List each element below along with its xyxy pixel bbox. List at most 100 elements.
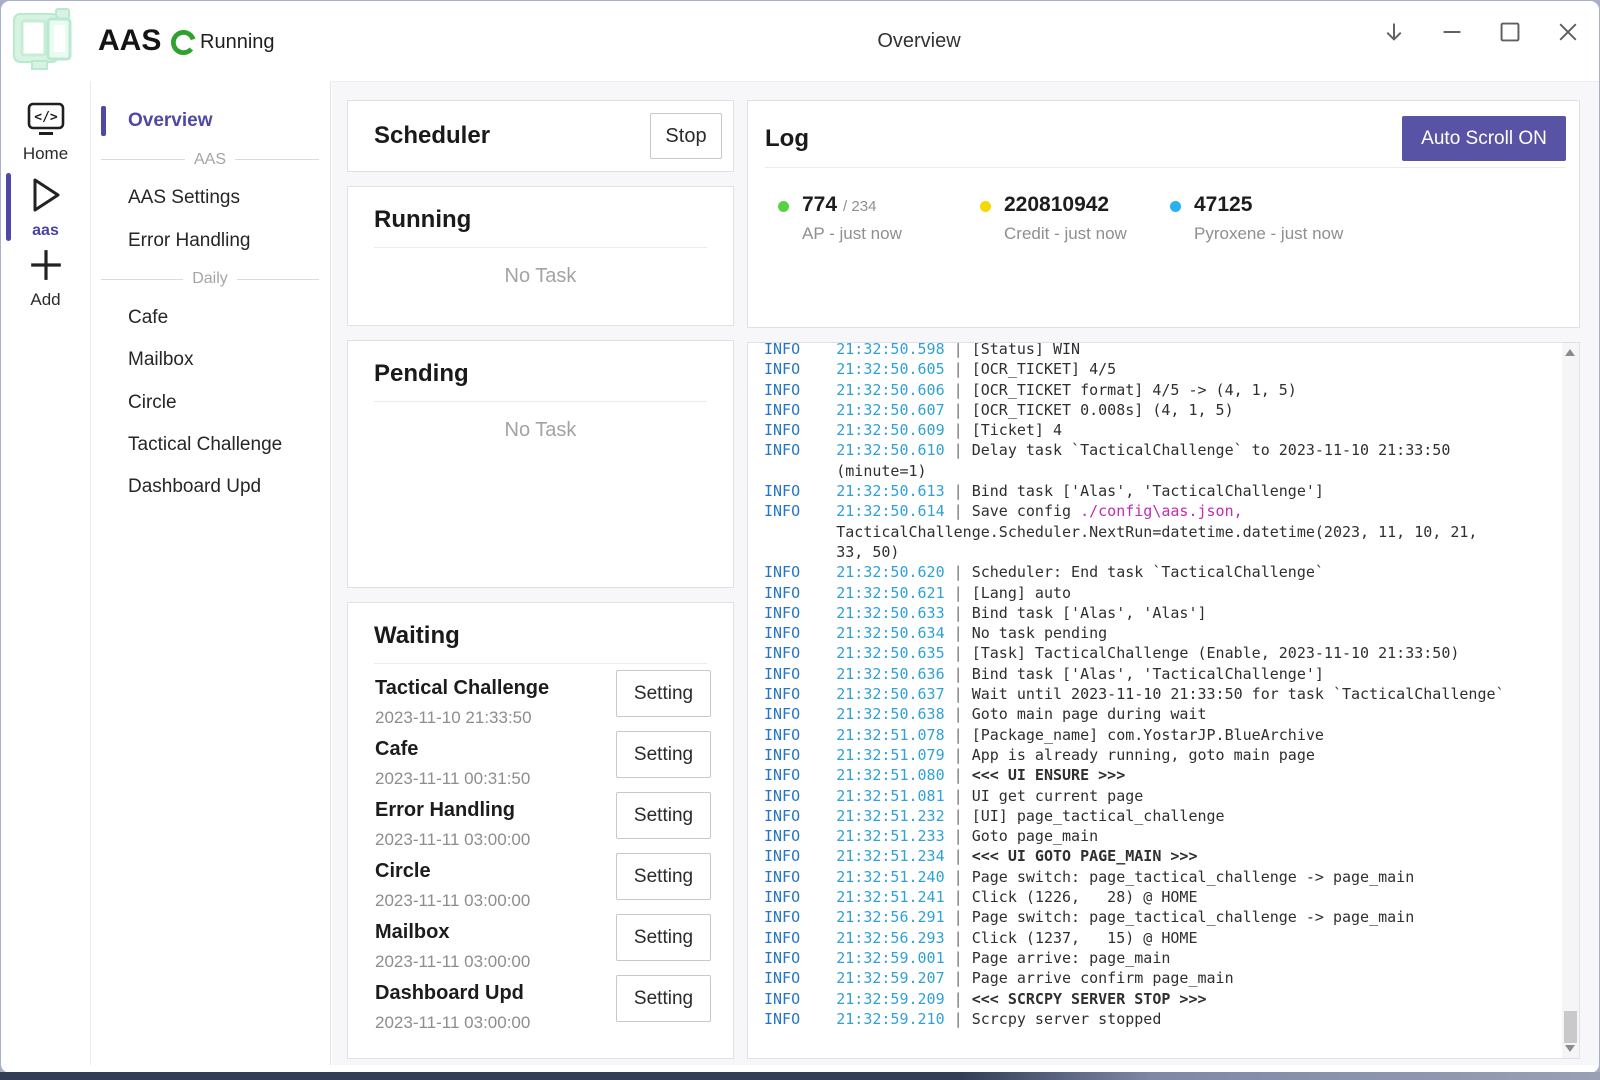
nav-item-label: Overview: [128, 110, 213, 132]
running-spinner-icon: [170, 29, 197, 56]
close-button[interactable]: [1553, 17, 1583, 47]
log-time: 21:32:51.081: [836, 787, 944, 805]
maximize-button[interactable]: [1495, 17, 1525, 47]
log-level: INFO: [764, 969, 800, 987]
running-card: Running No Task: [347, 186, 734, 326]
download-button[interactable]: [1379, 17, 1409, 47]
log-time: 21:32:50.634: [836, 624, 944, 642]
nav-item-overview[interactable]: Overview: [91, 100, 329, 142]
log-time: 21:32:51.233: [836, 827, 944, 845]
icon-sidebar: </> Home aas Add: [1, 81, 91, 1065]
log-output-card: INFO 21:32:50.598 | [Status] WININFO 21:…: [747, 342, 1580, 1059]
setting-button-tactical-challenge[interactable]: Setting: [616, 670, 711, 717]
nav-item-cafe[interactable]: Cafe: [91, 297, 329, 339]
log-level: INFO: [764, 827, 800, 845]
log-message: Bind task ['Alas', 'TacticalChallenge']: [972, 665, 1324, 683]
log-message: Click (1226, 28) @ HOME: [972, 888, 1198, 906]
log-entry: INFO 21:32:50.614 | Save config ./config…: [764, 501, 1505, 562]
log-level: INFO: [764, 726, 800, 744]
waiting-task-row: Error Handling2023-11-11 03:00:00Setting: [348, 796, 733, 857]
nav-item-aas-settings[interactable]: AAS Settings: [91, 177, 329, 219]
waiting-task-row: Circle2023-11-11 03:00:00Setting: [348, 857, 733, 918]
log-message: Scrcpy server stopped: [972, 1010, 1162, 1028]
log-entry: INFO 21:32:51.079 | App is already runni…: [764, 745, 1505, 765]
log-entry: INFO 21:32:51.078 | [Package_name] com.Y…: [764, 725, 1505, 745]
log-message: No task pending: [972, 624, 1107, 642]
log-level: INFO: [764, 502, 800, 520]
log-level: INFO: [764, 343, 800, 358]
setting-button-mailbox[interactable]: Setting: [616, 914, 711, 961]
nav-item-tactical-challenge[interactable]: Tactical Challenge: [91, 424, 329, 466]
nav-section-divider: AAS: [91, 142, 329, 177]
pending-empty-text: No Task: [348, 419, 733, 442]
nav-item-label: Error Handling: [128, 230, 251, 252]
log-time: 21:32:50.614: [836, 502, 944, 520]
log-separator: |: [954, 624, 972, 642]
scroll-down-arrow-icon[interactable]: [1565, 1045, 1575, 1052]
setting-button-cafe[interactable]: Setting: [616, 731, 711, 778]
setting-button-error-handling[interactable]: Setting: [616, 792, 711, 839]
log-output[interactable]: INFO 21:32:50.598 | [Status] WININFO 21:…: [748, 343, 1560, 1058]
setting-button-dashboard-upd[interactable]: Setting: [616, 975, 711, 1022]
log-message: Bind task ['Alas', 'TacticalChallenge']: [972, 482, 1324, 500]
log-message: [OCR_TICKET 0.008s] (4, 1, 5): [972, 401, 1234, 419]
setting-button-circle[interactable]: Setting: [616, 853, 711, 900]
log-message: <<< UI ENSURE >>>: [972, 766, 1126, 784]
log-stat-ap: 774/ 234AP - just now: [778, 193, 902, 244]
app-logo-icon: [12, 8, 78, 72]
stat-value: 47125: [1194, 193, 1252, 216]
nav-item-mailbox[interactable]: Mailbox: [91, 339, 329, 381]
log-time: 21:32:56.291: [836, 908, 944, 926]
log-message: [Ticket] 4: [972, 421, 1062, 439]
sidebar-item-aas[interactable]: aas: [1, 175, 90, 240]
log-entry: INFO 21:32:51.241 | Click (1226, 28) @ H…: [764, 887, 1505, 907]
sidebar-item-add[interactable]: Add: [1, 247, 90, 310]
log-entry: INFO 21:32:51.234 | <<< UI GOTO PAGE_MAI…: [764, 846, 1505, 866]
log-entry: INFO 21:32:50.607 | [OCR_TICKET 0.008s] …: [764, 400, 1505, 420]
log-stat-pyroxene: 47125Pyroxene - just now: [1170, 193, 1343, 244]
log-level: INFO: [764, 847, 800, 865]
log-entry: INFO 21:32:50.610 | Delay task `Tactical…: [764, 440, 1505, 481]
running-title: Running: [374, 206, 707, 234]
log-entry: INFO 21:32:50.636 | Bind task ['Alas', '…: [764, 664, 1505, 684]
log-scrollbar[interactable]: [1562, 343, 1579, 1058]
scrollbar-thumb[interactable]: [1564, 1011, 1577, 1043]
log-entry: INFO 21:32:50.634 | No task pending: [764, 623, 1505, 643]
log-entry: INFO 21:32:50.613 | Bind task ['Alas', '…: [764, 481, 1505, 501]
nav-section-label: Daily: [192, 270, 228, 288]
log-level: INFO: [764, 908, 800, 926]
log-message: Scheduler: End task `TacticalChallenge`: [972, 563, 1324, 581]
log-separator: |: [954, 482, 972, 500]
log-separator: |: [954, 563, 972, 581]
log-message: Click (1237, 15) @ HOME: [972, 929, 1198, 947]
minimize-button[interactable]: [1437, 17, 1467, 47]
nav-list: Overview AAS AAS Settings Error Handling Dai…: [91, 100, 329, 508]
log-time: 21:32:50.606: [836, 381, 944, 399]
nav-item-label: AAS Settings: [128, 187, 240, 209]
log-entry: INFO 21:32:50.637 | Wait until 2023-11-1…: [764, 684, 1505, 704]
log-separator: |: [954, 381, 972, 399]
nav-item-dashboard-upd[interactable]: Dashboard Upd: [91, 466, 329, 508]
log-message: UI get current page: [972, 787, 1144, 805]
log-stat-credit: 220810942Credit - just now: [980, 193, 1127, 244]
log-time: 21:32:50.638: [836, 705, 944, 723]
running-empty-text: No Task: [348, 265, 733, 288]
stat-dot-icon: [1170, 201, 1181, 212]
log-level: INFO: [764, 584, 800, 602]
log-time: 21:32:51.080: [836, 766, 944, 784]
log-entry: INFO 21:32:59.210 | Scrcpy server stoppe…: [764, 1009, 1505, 1029]
scroll-up-arrow-icon[interactable]: [1565, 349, 1575, 356]
log-level: INFO: [764, 787, 800, 805]
log-time: 21:32:51.241: [836, 888, 944, 906]
log-separator: |: [954, 766, 972, 784]
log-separator: |: [954, 705, 972, 723]
log-level: INFO: [764, 1010, 800, 1028]
nav-item-error-handling[interactable]: Error Handling: [91, 220, 329, 262]
log-message: [UI] page_tactical_challenge: [972, 807, 1225, 825]
nav-item-circle[interactable]: Circle: [91, 381, 329, 423]
play-icon: [29, 175, 63, 215]
stop-button[interactable]: Stop: [650, 113, 722, 159]
auto-scroll-button[interactable]: Auto Scroll ON: [1402, 116, 1566, 161]
log-entry: INFO 21:32:51.081 | UI get current page: [764, 786, 1505, 806]
sidebar-item-home[interactable]: </> Home: [1, 101, 90, 164]
